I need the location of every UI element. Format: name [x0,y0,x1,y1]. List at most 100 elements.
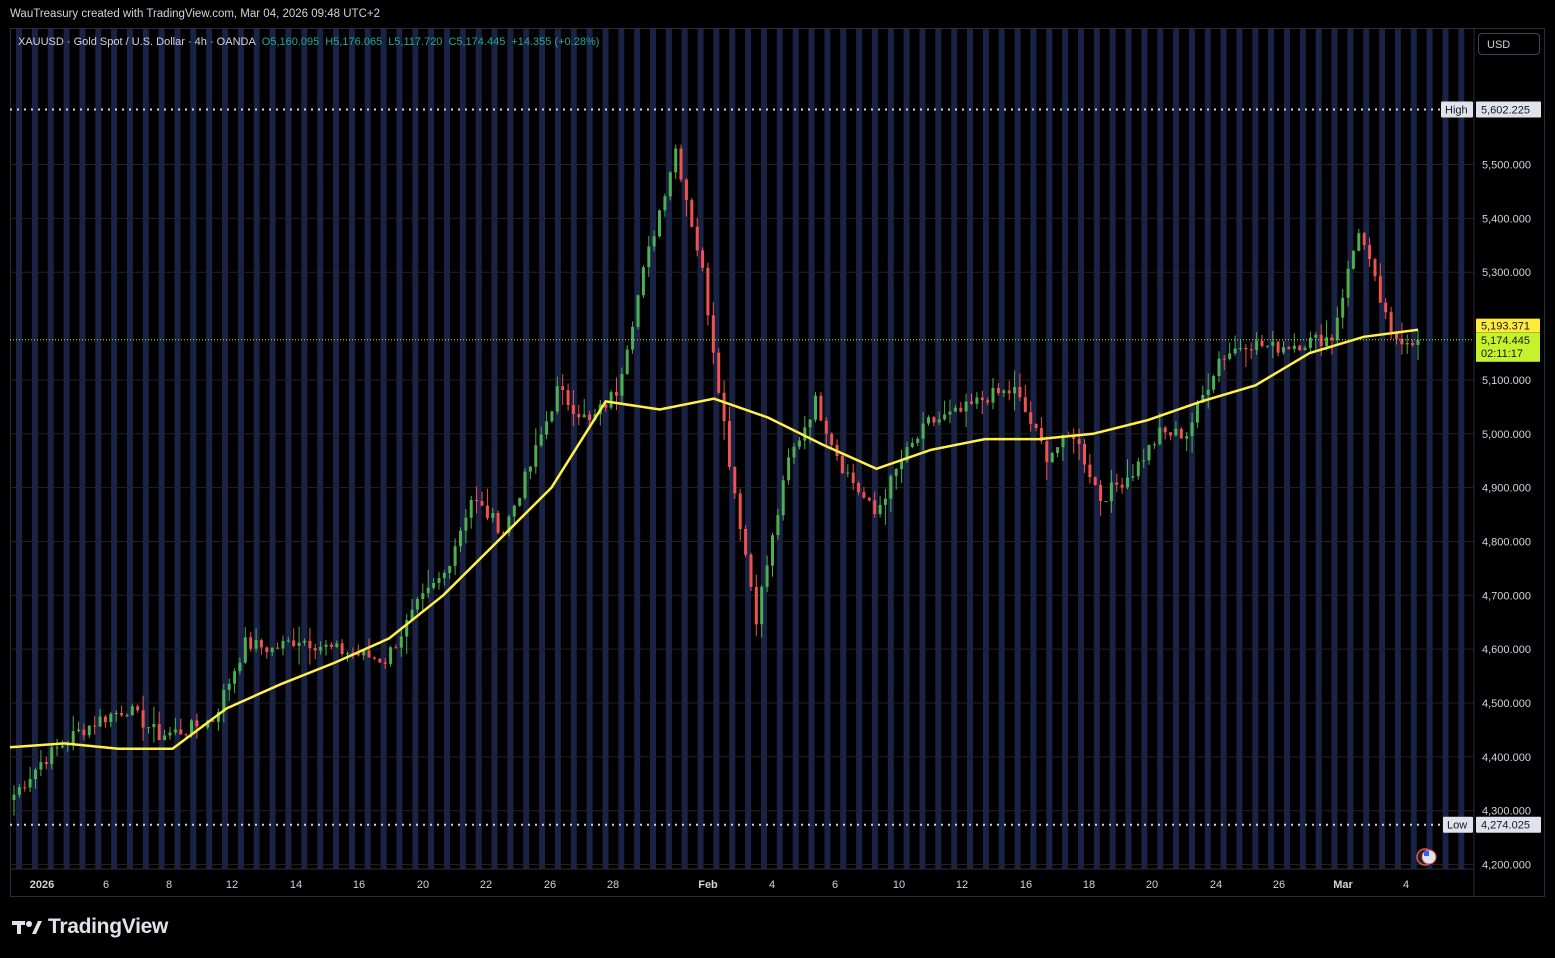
candle-body [577,414,581,418]
symbol-legend: XAUUSD · Gold Spot / U.S. Dollar · 4h · … [18,36,605,48]
candle-body [652,236,656,247]
candle-body [399,636,403,648]
session-band [475,29,482,869]
session-band [1363,29,1370,869]
candle-body [485,505,489,519]
price-chart[interactable]: 5,500.000 5,400.000 5,300.000 5,100.000 5,00… [0,0,1555,900]
candle-body [437,578,441,583]
candle-body [87,725,91,736]
candle-body [1195,402,1199,423]
candle-body [1152,444,1156,446]
time-tick-label: 12 [956,879,968,891]
candle-body [900,460,904,469]
candle-body [1045,441,1049,463]
candle-body [1029,412,1033,424]
session-band [31,29,38,869]
candle-body [636,295,640,327]
session-band [1394,29,1401,869]
candle-body [1002,390,1006,393]
candle-body [894,469,898,477]
candle-body [959,407,963,412]
session-band [951,29,958,869]
session-band [1315,29,1322,869]
candle-body [781,480,785,516]
candle-body [684,179,688,201]
session-band [1141,29,1148,869]
candle-body [303,640,306,643]
currency-button[interactable]: USD [1478,33,1540,55]
candle-body [179,729,183,735]
low-price-label: 4,274.025 [1481,820,1530,832]
candle-body [1142,460,1146,462]
candle-body [136,706,140,711]
candle-body [991,387,995,403]
candle-body [851,472,855,484]
candle-body [668,172,672,197]
price-tick-label: 4,700.000 [1482,590,1531,602]
candle-body [1416,339,1420,345]
candle-body [840,456,844,474]
session-band [1426,29,1433,869]
candle-body [394,647,398,649]
session-band [1157,29,1164,869]
candle-body [469,500,473,518]
candle-body [324,644,328,647]
flag-icon[interactable] [1416,848,1437,866]
candle-body [453,546,457,566]
candle-body [1314,334,1318,338]
time-tick-label: 4 [1403,879,1409,891]
price-tick-label: 4,900.000 [1482,483,1531,495]
candle-body [1325,337,1329,346]
candle-body [964,401,968,412]
candle-body [475,500,479,501]
time-tick-label: Mar [1333,879,1353,891]
candle-body [927,417,930,424]
session-band [364,29,371,869]
candle-body [195,720,199,727]
candle-body [281,640,285,649]
candle-body [276,647,280,649]
price-markers: High 5,602.225 Low 4,274.025 5,193.371 5,174.… [1441,101,1541,833]
candle-body [695,226,699,251]
candle-body [1292,345,1296,350]
candle-body [227,683,231,690]
session-band [237,29,244,869]
candle-body [1405,343,1409,345]
candle-body [523,471,527,499]
candle-body [550,411,554,422]
candle-body [163,735,167,740]
session-band [998,29,1005,869]
time-tick-label: 26 [544,879,556,891]
session-band [776,29,783,869]
candle-body [862,492,866,498]
candle-body [609,392,613,408]
candle-body [93,725,97,727]
candle-body [711,315,715,353]
candle-body [1378,276,1382,303]
session-band [1220,29,1227,869]
candle-body [717,352,721,393]
candle-body [313,648,317,651]
time-tick-label: 10 [893,879,905,891]
symbol-name[interactable]: XAUUSD · Gold Spot / U.S. Dollar · 4h · … [18,36,256,48]
candle-body [765,565,769,587]
session-band [634,29,641,869]
candle-body [184,734,188,736]
session-band [554,29,561,869]
session-band [1030,29,1037,869]
session-bands [16,29,1465,869]
price-tick-label: 4,600.000 [1482,644,1531,656]
candle-body [808,419,812,428]
price-tick-label: 5,500.000 [1482,160,1531,172]
price-tick-label: 4,800.000 [1482,536,1531,548]
price-tick-label: 4,500.000 [1482,698,1531,710]
candle-body [571,405,575,414]
session-band [967,29,973,869]
candle-body [34,769,37,780]
candle-body [1373,259,1377,277]
candle-body [1185,436,1189,439]
price-tick-label: 5,400.000 [1482,213,1531,225]
high-price-label: 5,602.225 [1481,105,1530,117]
tradingview-logo[interactable]: TradingView [12,915,168,939]
candle-body [114,712,118,714]
